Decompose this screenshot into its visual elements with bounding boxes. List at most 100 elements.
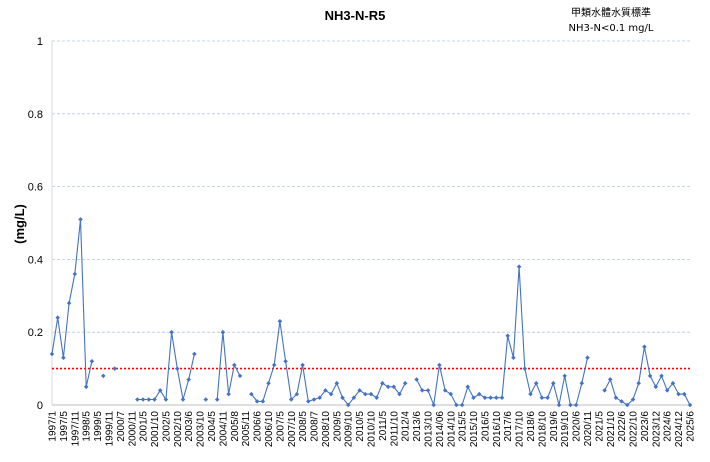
data-point-62 — [454, 402, 459, 408]
x-tick-label-33: 2013/10 — [424, 411, 435, 448]
x-tick-label-8: 2001/5 — [139, 411, 150, 442]
data-point-11 — [140, 397, 146, 402]
x-tick-label-29: 2011/5 — [378, 411, 389, 441]
data-point-55 — [414, 377, 419, 382]
data-point-87 — [607, 377, 613, 382]
data-point-8 — [101, 373, 106, 379]
data-point-2 — [61, 355, 66, 360]
data-point-59 — [437, 362, 442, 368]
data-point-84 — [579, 380, 585, 386]
data-point-6 — [83, 384, 89, 390]
y-tick-label-3: 0.6 — [28, 182, 43, 194]
data-point-80 — [556, 402, 562, 408]
x-tick-label-25: 2009/5 — [332, 411, 343, 442]
data-point-58 — [431, 402, 436, 408]
data-point-12 — [146, 397, 152, 402]
y-tick-label-0: 0 — [37, 400, 43, 412]
data-point-22 — [214, 397, 220, 402]
data-point-94 — [647, 373, 653, 379]
data-point-20 — [192, 351, 197, 357]
x-tick-label-19: 2006/10 — [264, 411, 275, 448]
series-segment-5 — [216, 332, 241, 400]
y-tick-label-1: 0.2 — [28, 327, 43, 339]
x-tick-label-0: 1997/1 — [48, 411, 59, 442]
data-point-77 — [539, 395, 545, 400]
y-tick-labels: 0 0.2 0.4 0.6 0.8 1 — [28, 36, 43, 412]
x-tick-label-52: 2023/6 — [640, 411, 651, 442]
data-point-9 — [112, 366, 117, 371]
data-point-93 — [642, 344, 647, 350]
x-tick-labels: 1997/1 1997/5 1997/11 1998/5 1999/5 1999/11 20… — [48, 411, 697, 448]
data-point-92 — [636, 380, 641, 386]
x-tick-label-42: 2018/6 — [526, 411, 537, 442]
data-point-95 — [653, 384, 659, 390]
data-point-85 — [585, 355, 590, 360]
x-tick-label-6: 2000/7 — [116, 411, 127, 442]
data-point-3 — [66, 300, 72, 306]
data-point-5 — [78, 217, 83, 222]
x-tick-label-21: 2007/10 — [287, 411, 298, 448]
data-point-82 — [568, 402, 573, 408]
data-point-78 — [545, 395, 550, 400]
y-tick-label-5: 1 — [37, 36, 43, 48]
data-point-76 — [533, 380, 539, 386]
data-point-24 — [226, 391, 231, 397]
series-segment-3 — [137, 332, 195, 402]
data-point-31 — [271, 362, 277, 368]
nh3n-line-chart: NH3-N-R5 甲類水體水質標準 NH3-N<0.1 mg/L (mg/L) … — [12, 6, 697, 448]
x-tick-label-38: 2016/5 — [480, 411, 491, 442]
x-tick-label-7: 2000/11 — [127, 411, 138, 447]
data-point-32 — [277, 319, 283, 324]
x-tick-label-51: 2022/10 — [629, 411, 640, 448]
x-tick-label-18: 2006/6 — [253, 411, 264, 442]
data-point-101 — [687, 402, 693, 408]
x-tick-label-20: 2007/5 — [275, 411, 286, 442]
x-tick-label-43: 2018/10 — [537, 411, 548, 448]
x-tick-label-36: 2015/5 — [458, 411, 469, 442]
data-point-1 — [55, 315, 60, 320]
data-point-99 — [676, 391, 681, 397]
standard-subtitle: NH3-N<0.1 mg/L — [569, 23, 654, 34]
x-tick-label-17: 2005/11 — [241, 411, 252, 447]
data-point-23 — [220, 329, 226, 335]
x-tick-label-50: 2022/6 — [617, 411, 628, 442]
data-point-74 — [522, 366, 528, 371]
x-tick-label-15: 2004/11 — [218, 411, 229, 447]
x-tick-label-35: 2014/10 — [446, 411, 457, 448]
y-axis-label: (mg/L) — [12, 204, 27, 244]
data-point-83 — [573, 402, 579, 408]
x-tick-label-49: 2021/10 — [606, 411, 617, 448]
x-tick-label-53: 2023/12 — [651, 411, 662, 448]
x-tick-label-45: 2019/10 — [560, 411, 571, 448]
axes — [51, 41, 690, 406]
x-tick-label-27: 2010/5 — [355, 411, 366, 442]
x-tick-label-11: 2002/10 — [173, 411, 184, 448]
x-tick-label-13: 2003/10 — [196, 411, 207, 448]
x-tick-label-3: 1998/5 — [82, 411, 93, 442]
x-tick-label-1: 1997/5 — [59, 411, 70, 442]
x-tick-label-32: 2013/6 — [412, 411, 423, 442]
series-segment-0 — [51, 219, 93, 387]
data-point-69 — [494, 395, 499, 400]
data-point-42 — [334, 380, 340, 386]
data-point-26 — [237, 373, 243, 379]
x-tick-label-55: 2024/12 — [674, 411, 685, 448]
data-point-86 — [602, 388, 607, 393]
series-segment-7 — [416, 266, 589, 408]
x-tick-label-47: 2020/11 — [583, 411, 594, 447]
x-tick-label-39: 2016/10 — [492, 411, 503, 448]
x-tick-label-26: 2009/10 — [344, 411, 355, 448]
x-tick-label-41: 2017/10 — [515, 411, 526, 448]
data-point-72 — [511, 355, 516, 360]
x-tick-label-22: 2008/5 — [298, 411, 309, 442]
data-point-100 — [682, 391, 687, 397]
data-point-96 — [659, 373, 664, 379]
data-point-0 — [49, 351, 55, 357]
data-point-75 — [528, 391, 533, 397]
data-point-16 — [169, 329, 174, 335]
data-point-21 — [203, 397, 209, 402]
standard-title: 甲類水體水質標準 — [571, 6, 651, 19]
data-point-18 — [180, 397, 186, 402]
x-tick-label-40: 2017/6 — [503, 411, 514, 442]
x-tick-label-48: 2021/5 — [594, 411, 605, 442]
